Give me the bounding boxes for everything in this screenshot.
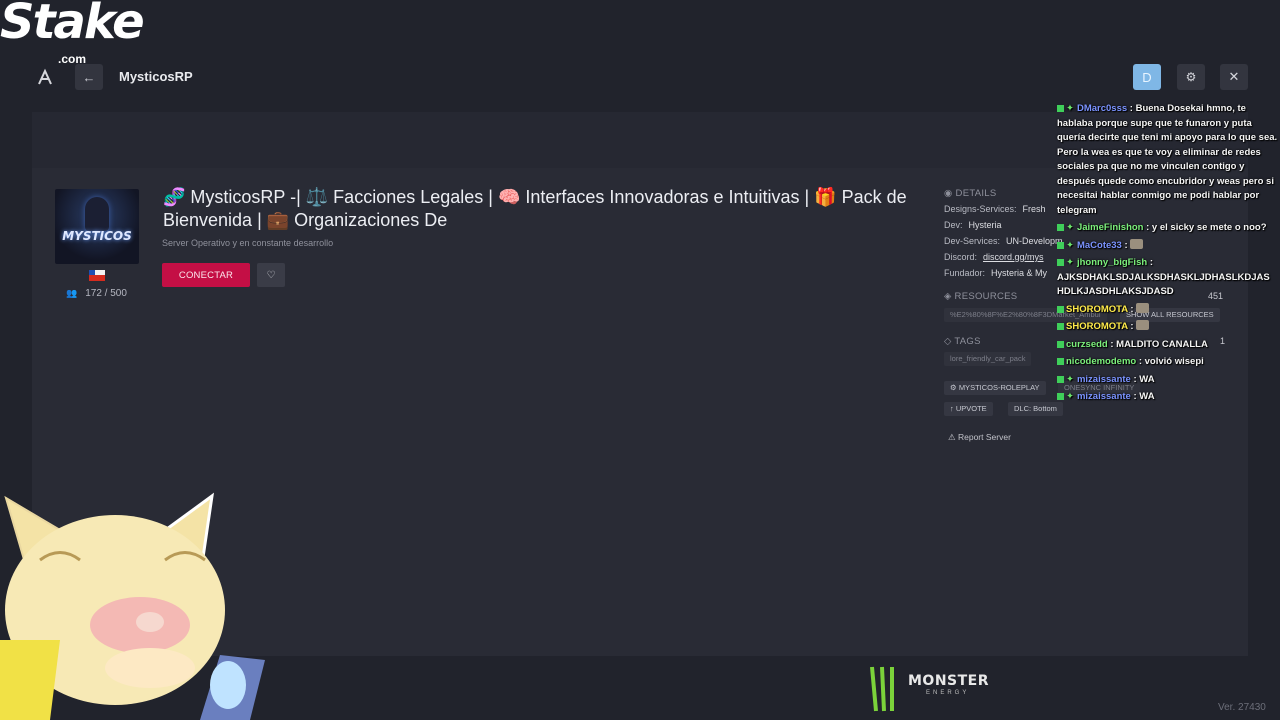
sparkle-icon: ✦ xyxy=(1066,373,1074,385)
hooded-figure-icon xyxy=(85,197,109,231)
eye-icon: ◉ xyxy=(944,188,956,199)
chat-message: ✦ DMarc0sss : Buena Dosekai hmno, te habl… xyxy=(1057,102,1279,218)
monster-claw-icon xyxy=(870,666,894,712)
chat-text: : WA xyxy=(1133,373,1155,385)
chat-text: : WA xyxy=(1133,391,1155,402)
badge-icon xyxy=(1057,305,1064,313)
chat-user: mizaissante xyxy=(1076,391,1131,402)
resources-header: ◈ RESOURCES xyxy=(944,291,1018,302)
tag-roleplay[interactable]: ⚙ MYSTICOS-ROLEPLAY xyxy=(944,381,1046,395)
settings-button[interactable]: ⚙ xyxy=(1177,64,1205,90)
badge-icon xyxy=(1057,375,1064,383)
gear-icon: ⚙ xyxy=(1185,70,1197,84)
monster-logo-subtext: ENERGY xyxy=(926,690,970,696)
badge-icon xyxy=(1057,224,1064,231)
users-icon: 👥 xyxy=(66,288,78,298)
chat-message: nicodemodemo : volvió wisepi xyxy=(1057,355,1279,370)
server-logo: MYSTICOS xyxy=(55,189,139,264)
chat-user: JaimeFinishon xyxy=(1076,222,1144,233)
emote-icon xyxy=(1136,302,1150,313)
server-title: 🧬 MysticosRP -| ⚖️ Facciones Legales | 🧠… xyxy=(163,187,907,230)
badge-icon xyxy=(1057,259,1064,266)
tags-header: ◇ TAGS xyxy=(944,336,981,347)
cat-mascot-image xyxy=(0,492,265,720)
discord-link[interactable]: discord.gg/mys xyxy=(983,252,1044,262)
chat-user: MaCote33 xyxy=(1076,239,1122,251)
chat-text: : xyxy=(1124,239,1128,251)
warning-icon: ⚠ xyxy=(948,432,958,442)
top-bar: ← MysticosRP D ⚙ ✕ xyxy=(0,56,1280,100)
badge-icon xyxy=(1057,340,1064,348)
server-logo-text: MYSTICOS xyxy=(62,229,132,243)
player-count-value: 172 / 500 xyxy=(85,288,127,299)
chat-message: ✦ MaCote33 : xyxy=(1057,238,1279,254)
detail-row: Dev-Services: UN-Developm xyxy=(944,236,1063,246)
sparkle-icon: ✦ xyxy=(1066,239,1074,251)
badge-icon xyxy=(1057,105,1064,112)
chile-flag-icon xyxy=(89,270,105,281)
stream-chat: ✦ DMarc0sss : Buena Dosekai hmno, te habl… xyxy=(1057,102,1279,408)
detail-row: Dev: Hysteria xyxy=(944,220,1002,230)
page-title: MysticosRP xyxy=(119,69,193,84)
badge-icon xyxy=(1057,358,1064,365)
chat-user: nicodemodemo xyxy=(1066,356,1137,367)
chat-text: : y el sicky se mete o noo? xyxy=(1146,222,1267,233)
detail-row: Fundador: Hysteria & My xyxy=(944,268,1048,278)
back-arrow-icon: ← xyxy=(82,69,96,85)
report-server-link[interactable]: ⚠ Report Server xyxy=(948,432,1011,443)
sparkle-icon: ✦ xyxy=(1066,391,1074,402)
detail-row: Designs-Services: Fresh xyxy=(944,204,1046,214)
chat-text: : volvió wisepi xyxy=(1138,356,1204,367)
badge-icon xyxy=(1057,241,1064,249)
chat-user: SHOROMOTA xyxy=(1066,303,1128,315)
chat-message: ✦ JaimeFinishon : y el sicky se mete o no… xyxy=(1057,221,1279,236)
tag-icon: ◇ xyxy=(944,336,955,347)
back-button[interactable]: ← xyxy=(75,64,103,90)
details-header: ◉ DETAILS xyxy=(944,188,997,199)
avatar-letter: D xyxy=(1142,69,1152,85)
player-count: 👥 172 / 500 xyxy=(66,288,127,299)
tag-chip[interactable]: lore_friendly_car_pack xyxy=(944,352,1032,366)
chat-text: : MALDITO CANALLA xyxy=(1110,338,1208,350)
version-label: Ver. 27430 xyxy=(1218,702,1266,713)
monster-logo-text: MONSTER xyxy=(908,673,990,689)
detail-row[interactable]: Discord: discord.gg/mys xyxy=(944,252,1044,262)
server-subtitle: Server Operativo y en constante desarrol… xyxy=(162,238,334,248)
layers-icon: ◈ xyxy=(944,291,955,302)
sparkle-icon: ✦ xyxy=(1066,257,1074,268)
close-icon: ✕ xyxy=(1228,69,1240,84)
connect-button[interactable]: CONECTAR xyxy=(162,263,250,287)
badge-icon xyxy=(1057,323,1064,330)
gear-icon: ⚙ xyxy=(950,383,959,392)
chat-message: ✦ mizaissante : WA xyxy=(1057,373,1279,388)
chat-text: : xyxy=(1130,303,1134,315)
chat-user: SHOROMOTA xyxy=(1066,321,1128,332)
stake-logo-text: Stake xyxy=(0,0,145,50)
user-avatar-button[interactable]: D xyxy=(1133,64,1161,90)
chat-user: DMarc0sss xyxy=(1076,103,1128,114)
chat-message: ✦ mizaissante : WA xyxy=(1057,390,1279,405)
heart-icon: ♡ xyxy=(266,269,276,281)
sparkle-icon: ✦ xyxy=(1066,222,1074,233)
dlc-chip[interactable]: DLC: Bottom xyxy=(1008,402,1063,416)
chat-user: mizaissante xyxy=(1076,373,1131,385)
favorite-button[interactable]: ♡ xyxy=(257,263,285,287)
chat-message: SHOROMOTA : xyxy=(1057,302,1279,318)
chat-text: : xyxy=(1130,321,1134,332)
chat-message: ✦ jhonny_bigFish : AJKSDHAKLSDJALKSDHASKL… xyxy=(1057,256,1279,300)
monster-energy-logo: MONSTER ENERGY xyxy=(866,665,996,713)
emote-icon xyxy=(1130,238,1144,249)
chat-user: curzsedd xyxy=(1066,338,1108,350)
app-logo-icon[interactable] xyxy=(36,68,54,86)
chat-message: curzsedd : MALDITO CANALLA xyxy=(1057,338,1279,353)
close-button[interactable]: ✕ xyxy=(1220,64,1248,90)
chat-message: SHOROMOTA : xyxy=(1057,320,1279,335)
badge-icon xyxy=(1057,393,1064,400)
emote-icon xyxy=(1136,320,1150,330)
chat-user: jhonny_bigFish xyxy=(1076,257,1148,268)
upvote-button[interactable]: ↑ UPVOTE xyxy=(944,402,993,416)
chat-text: : Buena Dosekai hmno, te hablaba porque … xyxy=(1057,103,1278,216)
sparkle-icon: ✦ xyxy=(1066,103,1074,114)
